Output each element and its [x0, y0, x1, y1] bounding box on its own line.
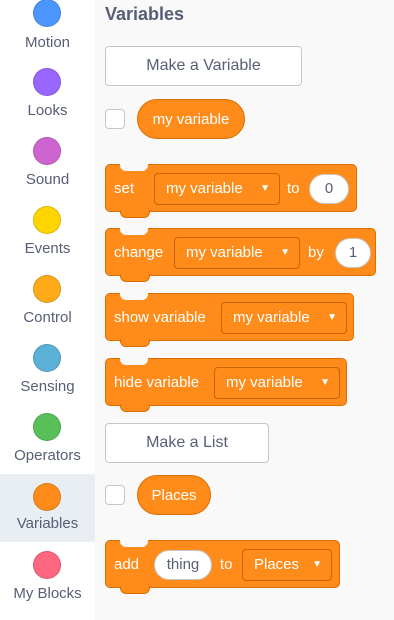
hide-variable-block[interactable]: hide variable my variable ▼: [105, 358, 347, 412]
category-operators[interactable]: Operators: [0, 413, 95, 482]
category-label: Sensing: [20, 378, 75, 395]
category-looks[interactable]: Looks: [0, 68, 95, 137]
category-label: Looks: [27, 102, 68, 119]
variable-dropdown[interactable]: my variable ▼: [221, 302, 347, 334]
category-label: My Blocks: [13, 585, 82, 602]
dropdown-value: my variable: [186, 244, 263, 261]
dropdown-value: my variable: [226, 374, 303, 391]
control-color-icon: [33, 275, 61, 303]
block-flyout: Variables Make a Variable my variable se…: [95, 0, 394, 620]
item-input[interactable]: thing: [154, 550, 212, 580]
category-label: Operators: [14, 447, 81, 464]
variable-dropdown[interactable]: my variable ▼: [154, 173, 280, 205]
flyout-title: Variables: [105, 4, 185, 24]
looks-color-icon: [33, 68, 61, 96]
variable-dropdown[interactable]: my variable ▼: [214, 367, 340, 399]
change-variable-block[interactable]: change my variable ▼ by 1: [105, 228, 376, 282]
block-text: hide variable: [114, 374, 200, 391]
dropdown-arrow-icon: ▼: [280, 247, 290, 258]
variable-dropdown[interactable]: my variable ▼: [174, 237, 300, 269]
block-text: change: [114, 244, 164, 261]
sound-color-icon: [33, 137, 61, 165]
category-events[interactable]: Events: [0, 206, 95, 275]
category-label: Variables: [16, 515, 79, 532]
category-label: Sound: [25, 171, 70, 188]
dropdown-value: Places: [254, 556, 300, 573]
variable-monitor-checkbox[interactable]: [105, 109, 125, 129]
dropdown-arrow-icon: ▼: [312, 559, 322, 570]
sensing-color-icon: [33, 344, 61, 372]
block-text: show variable: [114, 309, 206, 326]
category-sensing[interactable]: Sensing: [0, 344, 95, 413]
my-blocks-color-icon: [33, 551, 61, 579]
make-variable-button[interactable]: Make a Variable: [105, 46, 302, 86]
category-motion[interactable]: Motion: [0, 0, 95, 69]
category-label: Control: [23, 309, 72, 326]
block-text: to: [220, 556, 233, 573]
value-input[interactable]: 1: [335, 238, 371, 268]
category-control[interactable]: Control: [0, 275, 95, 344]
value-input[interactable]: 0: [309, 174, 349, 204]
block-text: by: [308, 244, 324, 261]
category-sidebar: Motion Looks Sound Events Control Sensin…: [0, 0, 96, 620]
category-my-blocks[interactable]: My Blocks: [0, 551, 95, 620]
category-sound[interactable]: Sound: [0, 137, 95, 206]
motion-color-icon: [33, 0, 61, 27]
variables-color-icon: [33, 483, 61, 511]
dropdown-arrow-icon: ▼: [260, 183, 270, 194]
block-text: set: [114, 180, 135, 197]
category-variables[interactable]: Variables: [0, 474, 95, 542]
events-color-icon: [33, 206, 61, 234]
operators-color-icon: [33, 413, 61, 441]
dropdown-value: my variable: [166, 180, 243, 197]
show-variable-block[interactable]: show variable my variable ▼: [105, 293, 354, 347]
dropdown-arrow-icon: ▼: [320, 377, 330, 388]
category-label: Motion: [24, 34, 71, 51]
add-to-list-block[interactable]: add thing to Places ▼: [105, 540, 340, 594]
dropdown-value: my variable: [233, 309, 310, 326]
make-list-button[interactable]: Make a List: [105, 423, 269, 463]
category-label: Events: [24, 240, 71, 257]
places-list-reporter[interactable]: Places: [137, 475, 211, 515]
list-dropdown[interactable]: Places ▼: [242, 549, 332, 581]
my-variable-reporter[interactable]: my variable: [137, 99, 245, 139]
set-variable-block[interactable]: set my variable ▼ to 0: [105, 164, 357, 218]
dropdown-arrow-icon: ▼: [327, 312, 337, 323]
block-text: to: [287, 180, 300, 197]
block-text: add: [114, 556, 140, 573]
list-monitor-checkbox[interactable]: [105, 485, 125, 505]
